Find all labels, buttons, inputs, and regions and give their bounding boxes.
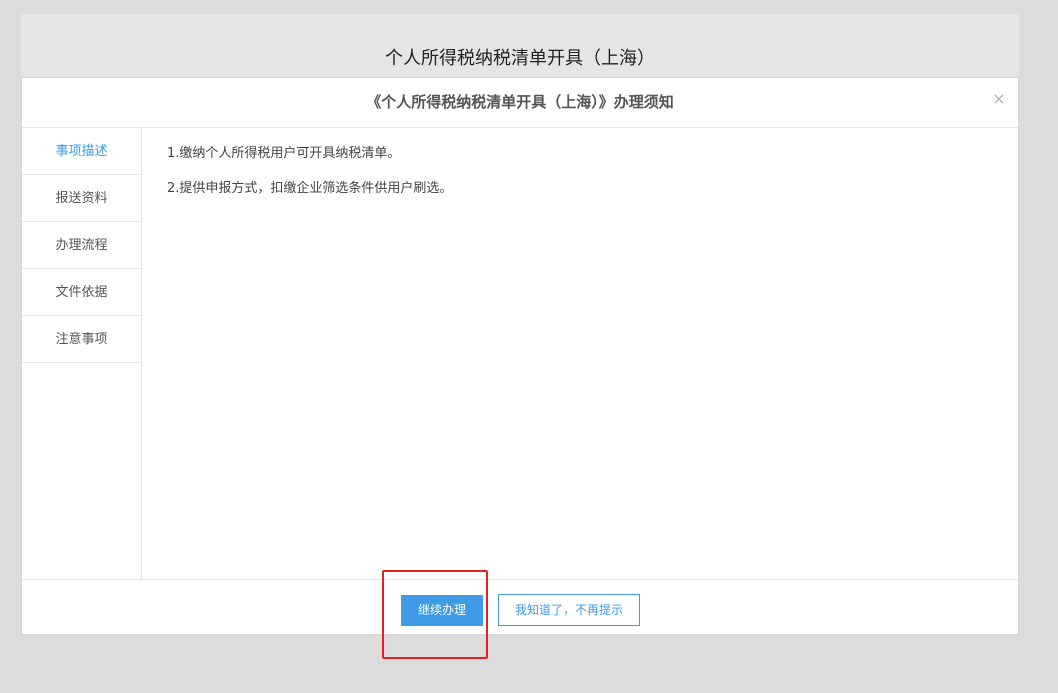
sidebar-item-process[interactable]: 办理流程 [22,222,141,269]
modal-sidebar: 事项描述 报送资料 办理流程 文件依据 注意事项 [22,128,142,580]
modal-title: 《个人所得税纳税清单开具（上海）》办理须知 [366,93,674,111]
modal-content: 1.缴纳个人所得税用户可开具纳税清单。 2.提供申报方式，扣缴企业筛选条件供用户… [167,145,987,215]
continue-button[interactable]: 继续办理 [401,595,483,626]
sidebar-item-notes[interactable]: 注意事项 [22,316,141,363]
notice-modal: 《个人所得税纳税清单开具（上海）》办理须知 × 事项描述 报送资料 办理流程 文… [21,77,1019,635]
modal-header: 《个人所得税纳税清单开具（上海）》办理须知 × [22,78,1018,128]
dismiss-button[interactable]: 我知道了，不再提示 [498,594,640,626]
content-paragraph: 2.提供申报方式，扣缴企业筛选条件供用户刷选。 [167,181,453,196]
modal-footer: 继续办理 我知道了，不再提示 [22,579,1018,635]
sidebar-item-documents[interactable]: 文件依据 [22,269,141,316]
close-icon[interactable]: × [990,90,1008,108]
content-paragraph: 1.缴纳个人所得税用户可开具纳税清单。 [167,146,401,161]
sidebar-item-materials[interactable]: 报送资料 [22,175,141,222]
sidebar-item-description[interactable]: 事项描述 [22,128,141,175]
page-title: 个人所得税纳税清单开具（上海） [385,48,655,69]
